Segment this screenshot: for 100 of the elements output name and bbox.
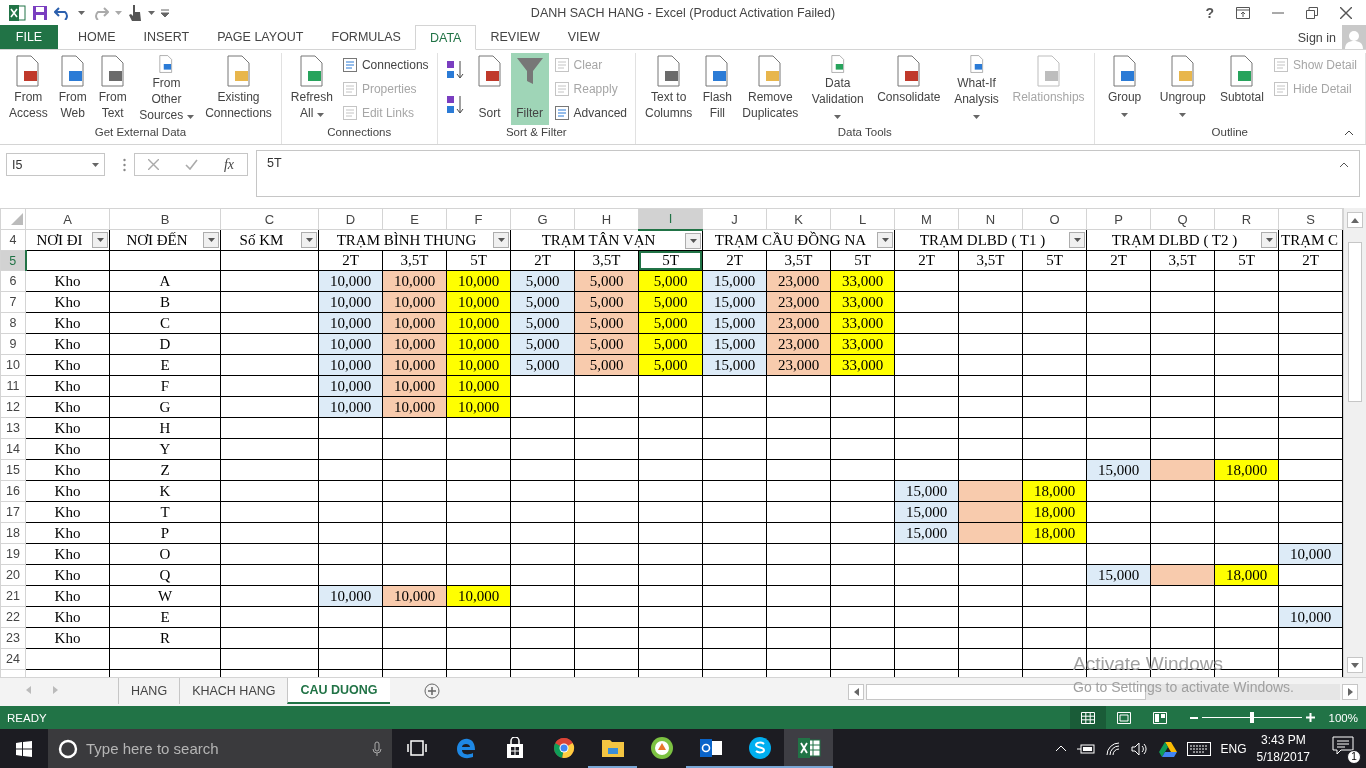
notification-icon[interactable] xyxy=(1332,735,1354,756)
column-header[interactable]: C xyxy=(220,208,319,230)
taskbar-app[interactable] xyxy=(784,729,833,768)
help-button[interactable]: ? xyxy=(1205,5,1214,21)
column-header[interactable]: O xyxy=(1022,208,1087,230)
column-header[interactable]: M xyxy=(894,208,959,230)
vertical-scrollbar[interactable] xyxy=(1343,208,1366,677)
close-icon[interactable] xyxy=(1340,7,1352,19)
battery-icon[interactable] xyxy=(1076,743,1095,754)
ribbon-button[interactable]: Ungroup xyxy=(1151,53,1214,125)
ribbon-button[interactable]: From Access xyxy=(5,53,52,125)
filter-button[interactable] xyxy=(1069,232,1085,248)
ribbon-tab[interactable]: FILE xyxy=(0,25,58,49)
column-header[interactable]: N xyxy=(958,208,1023,230)
wifi-icon[interactable] xyxy=(1104,741,1121,756)
ribbon-button[interactable]: Filter xyxy=(510,53,549,125)
language-indicator[interactable]: ENG xyxy=(1220,741,1247,756)
row-header[interactable]: 6 xyxy=(0,270,26,292)
collapse-icon[interactable] xyxy=(1344,130,1354,136)
column-header[interactable]: B xyxy=(109,208,221,230)
column-header[interactable]: H xyxy=(574,208,639,230)
ribbon-button[interactable]: Data Validation xyxy=(804,53,872,125)
column-header[interactable]: D xyxy=(318,208,383,230)
scroll-thumb[interactable] xyxy=(1348,242,1362,402)
ribbon-tab[interactable]: REVIEW xyxy=(476,25,554,49)
row-header[interactable]: 23 xyxy=(0,627,26,649)
row-header[interactable]: 17 xyxy=(0,501,26,523)
ribbon-tab[interactable]: FORMULAS xyxy=(317,25,415,49)
ribbon-tab[interactable]: PAGE LAYOUT xyxy=(203,25,318,49)
row-header[interactable]: 15 xyxy=(0,459,26,481)
search-field[interactable]: Type here to search xyxy=(84,739,366,758)
row-header[interactable]: 18 xyxy=(0,522,26,544)
column-header[interactable]: P xyxy=(1086,208,1151,230)
customize-icon[interactable] xyxy=(161,9,169,17)
row-header[interactable]: 12 xyxy=(0,396,26,418)
chevron-up-icon[interactable] xyxy=(1054,745,1067,752)
filter-button[interactable] xyxy=(685,232,701,249)
column-header[interactable]: I xyxy=(638,208,703,230)
row-header[interactable]: 11 xyxy=(0,375,26,397)
row-header[interactable]: 9 xyxy=(0,333,26,355)
search-bar[interactable]: Type here to search xyxy=(48,729,392,768)
slider-thumb[interactable] xyxy=(1249,712,1254,723)
ribbon-button[interactable]: From Text xyxy=(93,53,132,125)
column-header[interactable]: F xyxy=(446,208,511,230)
ribbon-button[interactable]: Connections xyxy=(338,53,432,76)
sign-in-link[interactable]: Sign in xyxy=(1297,30,1336,45)
ribbon-button[interactable]: Text to Columns xyxy=(641,53,697,125)
filter-button[interactable] xyxy=(203,232,219,248)
zoom-out-icon[interactable] xyxy=(1189,716,1198,719)
column-header[interactable]: Q xyxy=(1150,208,1215,230)
column-header[interactable]: R xyxy=(1214,208,1279,230)
row-header[interactable]: 16 xyxy=(0,480,26,502)
row-header[interactable]: 19 xyxy=(0,543,26,565)
row-header[interactable]: 24 xyxy=(0,648,26,670)
collapse-icon[interactable] xyxy=(1339,162,1349,168)
row-header[interactable]: 20 xyxy=(0,564,26,586)
ribbon-tab[interactable]: INSERT xyxy=(129,25,204,49)
column-header[interactable]: K xyxy=(766,208,831,230)
ribbon-button[interactable]: Flash Fill xyxy=(698,53,737,125)
formula-field[interactable]: 5T xyxy=(256,150,1360,197)
check-icon[interactable] xyxy=(184,159,198,170)
sheet-tab[interactable]: CAU DUONG xyxy=(287,678,390,704)
clock[interactable]: 3:43 PM 5/18/2017 xyxy=(1256,733,1310,764)
filter-button[interactable] xyxy=(493,232,509,248)
column-header[interactable]: A xyxy=(25,208,110,230)
column-header[interactable]: S xyxy=(1278,208,1343,230)
filter-button[interactable] xyxy=(92,232,108,248)
row-header[interactable]: 5 xyxy=(0,250,26,271)
ribbon-tab[interactable]: VIEW xyxy=(553,25,614,49)
filter-button[interactable] xyxy=(301,232,317,248)
triangle-icon[interactable] xyxy=(1158,740,1177,757)
ribbon-button[interactable]: From Other Sources xyxy=(133,53,200,125)
ribbon-button[interactable]: What-If Analysis xyxy=(946,53,1007,125)
ribbon-button[interactable]: Consolidate xyxy=(873,53,945,125)
row-header[interactable]: 22 xyxy=(0,606,26,628)
ribbon-button[interactable]: From Web xyxy=(53,53,92,125)
zoom-in-icon[interactable] xyxy=(1305,713,1315,722)
keyboard-icon[interactable] xyxy=(1186,741,1211,756)
view-button[interactable] xyxy=(1069,706,1106,729)
spreadsheet-icon[interactable] xyxy=(8,4,26,22)
column-header[interactable]: L xyxy=(830,208,895,230)
hand-icon[interactable] xyxy=(128,4,142,22)
filter-button[interactable] xyxy=(877,232,893,248)
column-header[interactable]: J xyxy=(702,208,767,230)
ribbon-button[interactable]: Remove Duplicates xyxy=(738,53,803,125)
row-header[interactable]: 7 xyxy=(0,291,26,313)
sheet-tab[interactable]: HANG xyxy=(118,678,180,704)
save-icon[interactable] xyxy=(32,5,48,21)
row-header[interactable]: 4 xyxy=(0,229,26,251)
ribbon-button[interactable]: Advanced xyxy=(550,101,630,124)
row-header[interactable]: 13 xyxy=(0,417,26,439)
microphone-icon[interactable] xyxy=(372,740,382,757)
ribbon-button[interactable]: Group xyxy=(1099,53,1150,125)
column-header[interactable]: G xyxy=(510,208,575,230)
speaker-icon[interactable] xyxy=(1130,741,1149,756)
row-header[interactable]: 21 xyxy=(0,585,26,607)
add-sheet-icon[interactable] xyxy=(423,683,440,699)
ribbon-button[interactable]: Sort xyxy=(470,53,509,125)
restore-icon[interactable] xyxy=(1306,7,1318,19)
row-header[interactable]: 10 xyxy=(0,354,26,376)
